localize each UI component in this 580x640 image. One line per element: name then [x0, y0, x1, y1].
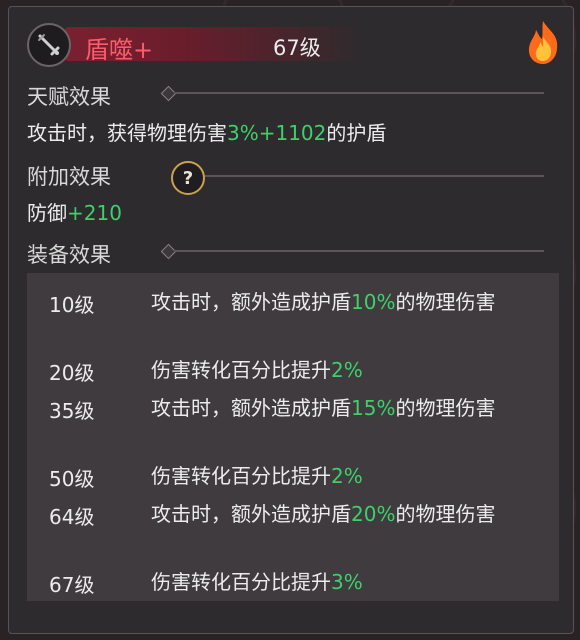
section-divider: [205, 175, 544, 177]
effect-level: 64级: [49, 505, 95, 529]
section-divider: [174, 250, 544, 252]
effect-level: 50级: [49, 467, 95, 491]
effect-text: 伤害转化百分比提升2%: [151, 464, 363, 488]
talent-section-title: 天赋效果: [27, 85, 111, 109]
effect-text: 攻击时，额外造成护盾15%的物理伤害: [151, 396, 496, 420]
section-divider: [174, 92, 544, 94]
talent-description: 攻击时，获得物理伤害3%+1102的护盾: [27, 117, 386, 146]
equipment-section-title: 装备效果: [27, 243, 111, 267]
effect-level: 67级: [49, 573, 95, 597]
skill-name: 盾噬+: [85, 36, 154, 64]
talent-text-suffix: 的护盾: [326, 121, 387, 145]
effect-level: 20级: [49, 361, 95, 385]
skill-level: 67级: [273, 36, 321, 60]
effect-text: 伤害转化百分比提升2%: [151, 358, 363, 382]
equipment-effects-list: 10级 攻击时，额外造成护盾10%的物理伤害 20级 伤害转化百分比提升2% 3…: [27, 273, 559, 601]
skill-header: 盾噬+ 67级: [21, 17, 565, 71]
effect-text: 攻击时，额外造成护盾10%的物理伤害: [151, 290, 496, 314]
effect-level: 10级: [49, 293, 95, 317]
question-mark-icon[interactable]: ?: [171, 161, 205, 195]
sword-shield-icon: [27, 23, 71, 67]
effect-level: 35级: [49, 399, 95, 423]
effect-text: 攻击时，额外造成护盾20%的物理伤害: [151, 502, 496, 526]
stat-name: 防御: [27, 201, 67, 225]
effect-text: 伤害转化百分比提升3%: [151, 570, 363, 594]
additional-section-title: 附加效果: [27, 165, 111, 189]
stat-value: +210: [67, 201, 122, 225]
talent-value: 3%+1102: [227, 121, 327, 145]
skill-tooltip-panel: 盾噬+ 67级 天赋效果 攻击时，获得物理伤害3%+1102的护盾 附加效果 ?…: [8, 6, 574, 634]
talent-text: 攻击时，获得物理伤害: [27, 121, 227, 145]
fire-icon: [523, 19, 563, 65]
additional-stat: 防御+210: [27, 197, 122, 226]
